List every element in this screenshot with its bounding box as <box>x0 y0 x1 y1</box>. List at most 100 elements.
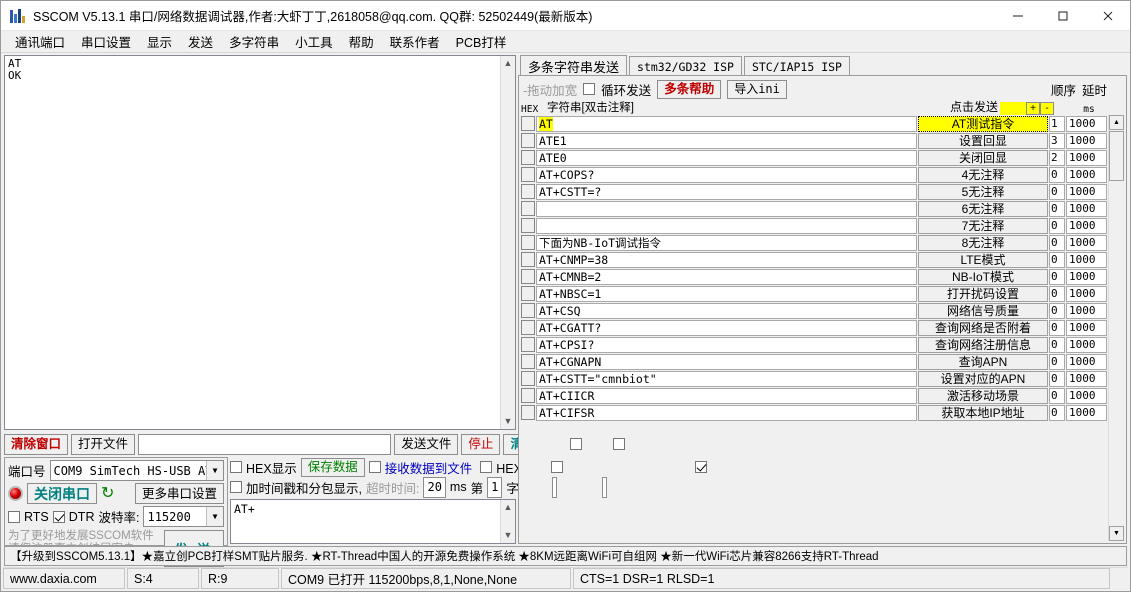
delay-input[interactable]: 1000 <box>1066 218 1107 234</box>
save-data-button[interactable]: 保存数据 <box>301 458 365 477</box>
multi-help-button[interactable]: 多条帮助 <box>657 80 721 99</box>
row-hex-checkbox[interactable] <box>521 218 535 233</box>
command-input[interactable]: AT+CGATT? <box>536 320 917 336</box>
send-command-button[interactable]: 5无注释 <box>918 184 1048 200</box>
row-hex-checkbox[interactable] <box>521 235 535 250</box>
delay-input[interactable]: 1000 <box>1066 269 1107 285</box>
delay-input[interactable]: 1000 <box>1066 337 1107 353</box>
row-hex-checkbox[interactable] <box>521 371 535 386</box>
order-input[interactable]: 0 <box>1049 303 1065 319</box>
delay-input[interactable]: 1000 <box>1066 303 1107 319</box>
order-input[interactable]: 0 <box>1049 235 1065 251</box>
scroll-up-icon[interactable]: ▲ <box>1109 115 1124 130</box>
byte-index-input[interactable]: 1 <box>487 477 502 498</box>
delay-input[interactable]: 1000 <box>1066 388 1107 404</box>
rts-checkbox[interactable] <box>8 511 20 523</box>
delay-input[interactable]: 1000 <box>1066 405 1107 421</box>
row-hex-checkbox[interactable] <box>521 269 535 284</box>
english-checkbox[interactable] <box>613 438 625 450</box>
delay-input[interactable]: 1000 <box>1066 235 1107 251</box>
order-input[interactable]: 3 <box>1049 133 1065 149</box>
loop-send-checkbox[interactable] <box>583 83 595 95</box>
more-settings-button[interactable]: 更多串口设置 <box>135 483 224 504</box>
dtr-checkbox[interactable] <box>53 511 65 523</box>
add-crlf-checkbox[interactable] <box>695 461 707 473</box>
tab-stc-iap15-isp[interactable]: STC/IAP15 ISP <box>744 56 850 76</box>
row-hex-checkbox[interactable] <box>521 150 535 165</box>
advertisement-bar[interactable]: 【升级到SSCOM5.13.1】★嘉立创PCB打样SMT贴片服务. ★RT-Th… <box>4 546 1127 566</box>
row-hex-checkbox[interactable] <box>521 133 535 148</box>
refresh-ports-icon[interactable]: ↻ <box>101 487 114 501</box>
menu-item-tools[interactable]: 小工具 <box>287 30 341 53</box>
send-command-button[interactable]: 设置回显 <box>918 133 1048 149</box>
chevron-down-icon[interactable]: ▼ <box>206 507 223 526</box>
delay-input[interactable]: 1000 <box>1066 201 1107 217</box>
send-command-button[interactable]: 6无注释 <box>918 201 1048 217</box>
delay-input[interactable]: 1000 <box>1066 252 1107 268</box>
row-hex-checkbox[interactable] <box>521 337 535 352</box>
open-file-button[interactable]: 打开文件 <box>71 434 135 455</box>
command-input[interactable]: AT+COPS? <box>536 167 917 183</box>
send-command-button[interactable]: NB-IoT模式 <box>918 269 1048 285</box>
command-input[interactable]: ATE0 <box>536 150 917 166</box>
grid-scrollbar[interactable]: ▲ ▼ <box>1108 115 1124 541</box>
order-input[interactable]: 0 <box>1049 337 1065 353</box>
row-hex-checkbox[interactable] <box>521 184 535 199</box>
command-input[interactable]: AT+CSQ <box>536 303 917 319</box>
command-input[interactable]: AT+CSTT="cmnbiot" <box>536 371 917 387</box>
delay-input[interactable]: 1000 <box>1066 133 1107 149</box>
chevron-down-icon[interactable]: ▼ <box>206 461 223 480</box>
row-hex-checkbox[interactable] <box>521 252 535 267</box>
send-command-button[interactable]: 8无注释 <box>918 235 1048 251</box>
receive-scrollbar[interactable]: ▲ ▼ <box>500 56 515 429</box>
send-scrollbar[interactable]: ▲ ▼ <box>500 500 515 543</box>
stop-button[interactable]: 停止 <box>461 434 500 455</box>
send-command-button[interactable]: 设置对应的APN <box>918 371 1048 387</box>
send-text-area[interactable]: AT+ ▲ ▼ <box>230 499 516 544</box>
row-hex-checkbox[interactable] <box>521 405 535 420</box>
row-hex-checkbox[interactable] <box>521 116 535 131</box>
baud-select[interactable]: 115200 ▼ <box>143 506 224 527</box>
row-hex-checkbox[interactable] <box>521 388 535 403</box>
delay-input[interactable]: 1000 <box>1066 354 1107 370</box>
scroll-down-icon[interactable]: ▼ <box>504 414 513 429</box>
order-input[interactable]: 0 <box>1049 405 1065 421</box>
hex-display-checkbox[interactable] <box>230 461 242 473</box>
delay-input[interactable]: 1000 <box>1066 371 1107 387</box>
order-input[interactable]: 2 <box>1049 150 1065 166</box>
maximize-button[interactable] <box>1040 1 1085 31</box>
menu-item-help[interactable]: 帮助 <box>341 30 382 53</box>
order-input[interactable]: 0 <box>1049 269 1065 285</box>
clear-window-button[interactable]: 清除窗口 <box>4 434 68 455</box>
timeout-input[interactable]: 20 <box>423 477 445 498</box>
scroll-up-icon[interactable]: ▲ <box>504 500 513 515</box>
row-hex-checkbox[interactable] <box>521 320 535 335</box>
delay-input[interactable]: 1000 <box>1066 116 1107 132</box>
minimize-button[interactable] <box>995 1 1040 31</box>
scroll-down-icon[interactable]: ▼ <box>504 528 513 543</box>
tab-multi-string-send[interactable]: 多条字符串发送 <box>520 55 627 76</box>
command-input[interactable]: AT+CPSI? <box>536 337 917 353</box>
order-input[interactable]: 0 <box>1049 354 1065 370</box>
menu-item-multi-string[interactable]: 多字符串 <box>221 30 287 53</box>
send-file-button[interactable]: 发送文件 <box>394 434 458 455</box>
send-command-button[interactable]: 查询网络注册信息 <box>918 337 1048 353</box>
send-command-button[interactable]: 打开扰码设置 <box>918 286 1048 302</box>
order-input[interactable]: 0 <box>1049 167 1065 183</box>
scroll-down-icon[interactable]: ▼ <box>1109 526 1124 541</box>
delay-input[interactable]: 1000 <box>1066 150 1107 166</box>
command-input[interactable]: AT+CNMP=38 <box>536 252 917 268</box>
close-button[interactable] <box>1085 1 1130 31</box>
command-input[interactable]: AT+CMNB=2 <box>536 269 917 285</box>
close-port-button[interactable]: 关闭串口 <box>27 483 97 504</box>
send-command-button[interactable]: 查询APN <box>918 354 1048 370</box>
order-input[interactable]: 0 <box>1049 184 1065 200</box>
add-row-button[interactable]: + <box>1026 102 1040 115</box>
send-command-button[interactable]: 激活移动场景 <box>918 388 1048 404</box>
order-input[interactable]: 0 <box>1049 320 1065 336</box>
command-input[interactable]: AT+NBSC=1 <box>536 286 917 302</box>
command-input[interactable]: AT+CSTT=? <box>536 184 917 200</box>
row-hex-checkbox[interactable] <box>521 303 535 318</box>
send-command-button[interactable]: AT测试指令 <box>918 116 1048 132</box>
delay-input[interactable]: 1000 <box>1066 320 1107 336</box>
